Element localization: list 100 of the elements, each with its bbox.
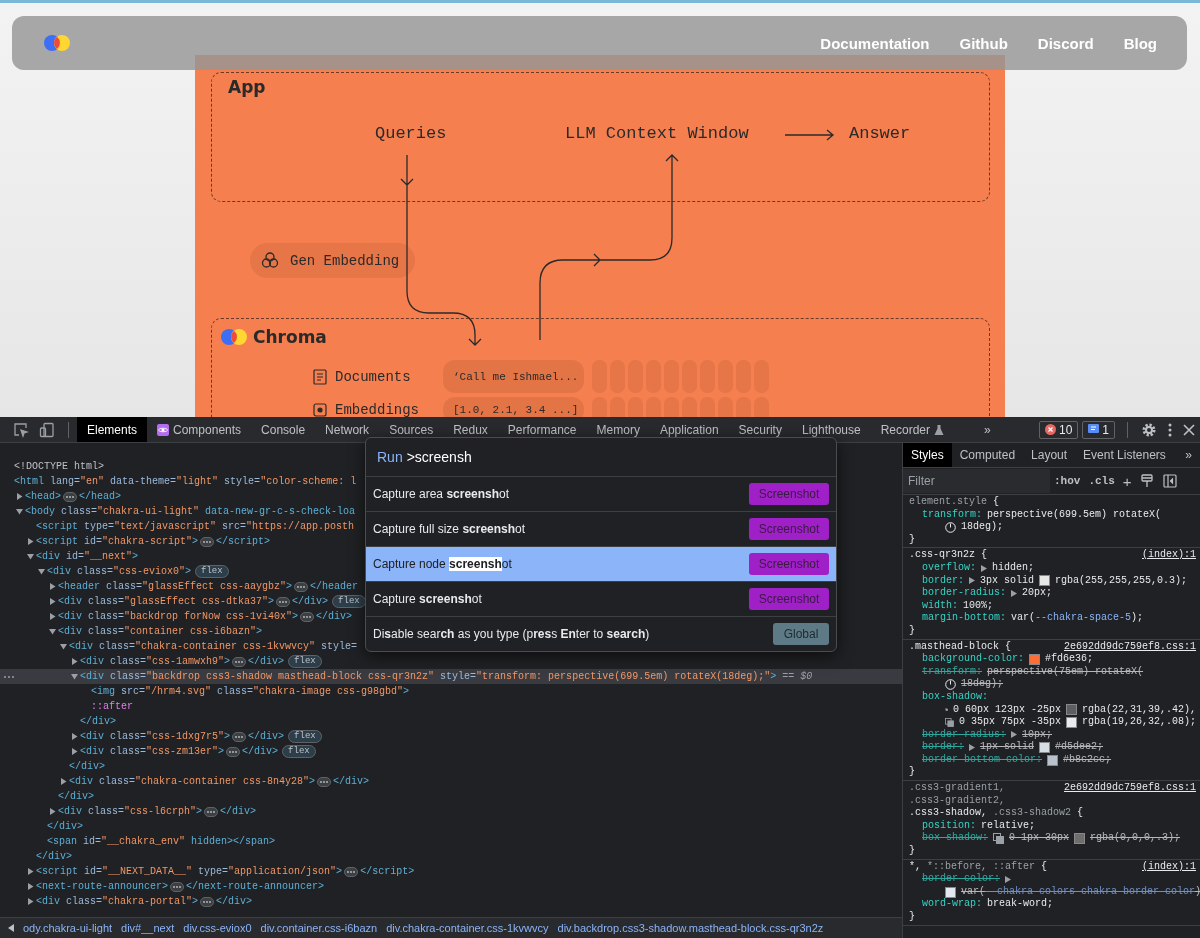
css-selector: .css-qr3n2z	[909, 549, 975, 562]
css-value: 18deg);	[961, 521, 1003, 534]
markup-text: <script id="chakra-script">	[36, 536, 199, 547]
queries-label: Queries	[375, 124, 447, 143]
command-label: Capture area screenshot	[373, 487, 510, 501]
closing-tag-text: </head>	[79, 491, 122, 502]
markup-text: <div id="__next">	[36, 551, 139, 562]
closing-tag-text: </div>	[242, 746, 279, 757]
app-label: App	[228, 77, 266, 97]
command-query: >screensh	[406, 449, 472, 465]
brace-text: {	[993, 496, 1000, 509]
css-value: 0 1px 30px	[1009, 832, 1070, 846]
css-selector: *,	[909, 860, 921, 874]
css-value: 3px solid	[980, 574, 1035, 587]
brace-text: }	[909, 533, 915, 547]
closing-tag-text: </div>	[47, 821, 83, 832]
store-title: Chroma	[253, 327, 327, 347]
brace-text: }	[909, 766, 915, 780]
closing-tag-text: </next-route-announcer>	[186, 881, 325, 892]
markup-text: <div class="backdrop css3-shadow masthead-block css-qr3n2z" style="transform: perspective(699.5em) rotateX(18deg);">	[80, 671, 777, 682]
css-selector: .css3-gradient1,	[909, 782, 1005, 795]
closing-tag-text: </div>	[292, 596, 329, 607]
closing-tag-text: </div>	[333, 776, 370, 787]
markup-text: <body class="chakra-ui-light" data-new-gr-c-s-check-loa	[25, 506, 356, 517]
closing-tag-text: </div>	[220, 806, 257, 817]
css-value: hidden;	[992, 561, 1035, 575]
markup-text: <head>	[25, 491, 61, 502]
css-selector: element.style	[909, 496, 987, 509]
node-reference-text: == $0	[782, 671, 813, 682]
css-value: rgba(0,0,0,.3);	[1090, 832, 1181, 846]
markup-text: <div class="backdrop forNow css-1vi40x">	[58, 611, 299, 622]
markup-text: <span id="__chakra_env" hidden></span>	[47, 836, 276, 847]
css-value: var(	[961, 885, 985, 898]
markup-text: <div class="chakra-portal">	[36, 896, 199, 907]
css-value: relative;	[981, 819, 1036, 832]
css-value: 20px;	[1022, 587, 1053, 600]
answer-label: Answer	[849, 124, 911, 143]
markup-text: <div class="chakra-container css-1kvwvcy" style=	[69, 641, 358, 652]
brace-text: {	[1077, 807, 1084, 820]
command-label: Capture full size screenshot	[373, 522, 526, 536]
brace-text: {	[981, 549, 988, 562]
store-value-pill: ‘Call me Ishmael...	[443, 360, 584, 393]
css-value: 100%;	[963, 599, 994, 612]
closing-tag-text: </div>	[216, 896, 253, 907]
css-value: #b8c2cc;	[1063, 753, 1112, 767]
css-value: 10px;	[1022, 728, 1053, 741]
brace-text: {	[1005, 640, 1012, 653]
closing-tag-text: </div>	[69, 761, 105, 772]
brace-text: {	[1041, 860, 1048, 874]
css-value: #d5dee2;	[1055, 741, 1104, 754]
closing-tag-text: </div>	[80, 716, 116, 727]
css-value: rgba(255,255,255,0.3);	[1055, 574, 1188, 588]
markup-text: <div class="chakra-container css-8n4y28">	[69, 776, 316, 787]
brace-text: }	[909, 845, 915, 858]
css-value: 1px solid	[980, 741, 1035, 754]
markup-text: <div class="css-l6crph">	[58, 806, 203, 817]
css-selector: .css3-gradient2,	[909, 794, 1005, 807]
markup-text: <!DOCTYPE html>	[14, 461, 104, 472]
closing-tag-text: </div>	[316, 611, 353, 622]
css-selector: .css3-shadow,	[909, 807, 987, 820]
command-label: Capture node screenshot	[373, 557, 512, 571]
css-value: perspective(75em) rotateX(	[987, 665, 1144, 678]
markup-text: <div class="css-eviox0">	[47, 566, 192, 577]
closing-tag-text: </div>	[248, 656, 285, 667]
markup-text: <header class="glassEffect css-aaygbz">	[58, 581, 293, 592]
css-value: break-word;	[987, 898, 1054, 911]
markup-text: <next-route-announcer>	[36, 881, 169, 892]
css-value: rgba(19,26,32,.08);	[1081, 716, 1196, 729]
markup-text: <script id="__NEXT_DATA__" type="application/json">	[36, 866, 343, 877]
css-selector: .css3-shadow2	[993, 807, 1072, 820]
markup-text: ::after	[91, 701, 133, 712]
markup-text: <div class="css-zm13er">	[80, 746, 225, 757]
store-row-label: Documents	[335, 368, 412, 385]
css-value: 18deg);	[961, 678, 1003, 691]
context-window-label: LLM Context Window	[565, 124, 749, 143]
css-value: );	[1131, 612, 1144, 625]
css-selector: *::before, ::after	[927, 860, 1036, 873]
css-value: rgba(22,31,39,.42),	[1081, 703, 1196, 716]
css-value: #fd6e36;	[1045, 653, 1094, 666]
markup-text: <div class="glassEffect css-dtka37">	[58, 596, 275, 607]
command-label: Disable search as you type (press Enter to search)	[373, 627, 650, 641]
closing-tag-text: </div>	[248, 731, 285, 742]
closing-tag-text: </script>	[360, 866, 415, 877]
embedding-step-label: Gen Embedding	[290, 252, 400, 269]
store-row-label: Embeddings	[335, 402, 420, 417]
css-value: var(	[1011, 612, 1036, 625]
run-prompt: Run	[377, 449, 403, 465]
css-value: 0 35px 75px -35px	[958, 716, 1061, 729]
css-selector: .masthead-block	[909, 640, 999, 653]
markup-text: <div class="container css-i6bazn">	[58, 626, 263, 637]
markup-text: <html lang="en" data-theme="light" style="color-scheme: l	[14, 476, 357, 487]
closing-tag-text: </script>	[216, 536, 271, 547]
markup-text: <div class="css-1amwxh9">	[80, 656, 231, 667]
css-value: )	[1195, 885, 1200, 899]
command-label: Capture screenshot	[373, 592, 482, 606]
closing-tag-text: </div>	[36, 851, 72, 862]
css-value: perspective(699.5em) rotateX(	[987, 508, 1162, 521]
brace-text: }	[909, 911, 915, 924]
markup-text: <img src="/hrm4.svg" class="chakra-image css-g98gbd">	[91, 686, 410, 697]
css-value: 0 60px 123px -25px	[952, 703, 1061, 717]
